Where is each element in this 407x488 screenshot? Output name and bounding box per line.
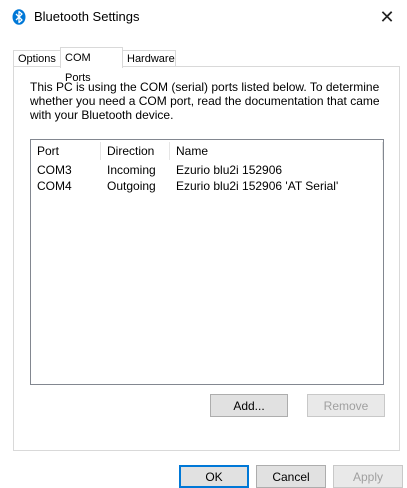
list-header: Port Direction Name: [31, 140, 383, 162]
title-bar: Bluetooth Settings ✕: [0, 0, 407, 34]
bluetooth-icon: [12, 9, 26, 25]
column-separator[interactable]: [382, 142, 383, 160]
table-row[interactable]: COM4 Outgoing Ezurio blu2i 152906 'AT Se…: [31, 178, 383, 194]
ok-button[interactable]: OK: [179, 465, 249, 488]
cell-direction: Outgoing: [107, 179, 156, 193]
table-row[interactable]: COM3 Incoming Ezurio blu2i 152906: [31, 162, 383, 178]
column-separator[interactable]: [100, 142, 101, 160]
cell-name: Ezurio blu2i 152906: [176, 163, 283, 177]
column-header-direction[interactable]: Direction: [107, 144, 154, 158]
tab-strip: Options COM Ports Hardware: [13, 47, 400, 84]
com-ports-panel: This PC is using the COM (serial) ports …: [13, 66, 400, 451]
cell-direction: Incoming: [107, 163, 156, 177]
column-header-port[interactable]: Port: [37, 144, 59, 158]
window-title: Bluetooth Settings: [34, 9, 140, 24]
close-icon: ✕: [379, 6, 395, 27]
cell-port: COM4: [37, 179, 72, 193]
column-header-name[interactable]: Name: [176, 144, 208, 158]
cell-name: Ezurio blu2i 152906 'AT Serial': [176, 179, 339, 193]
add-button[interactable]: Add...: [210, 394, 288, 417]
tab-hardware[interactable]: Hardware: [122, 50, 176, 67]
cell-port: COM3: [37, 163, 72, 177]
remove-button[interactable]: Remove: [307, 394, 385, 417]
com-ports-list[interactable]: Port Direction Name COM3 Incoming Ezurio…: [30, 139, 384, 385]
apply-button[interactable]: Apply: [333, 465, 403, 488]
cancel-button[interactable]: Cancel: [256, 465, 326, 488]
tab-options[interactable]: Options: [13, 50, 61, 67]
tab-com-ports[interactable]: COM Ports: [60, 47, 123, 84]
close-button[interactable]: ✕: [367, 0, 407, 34]
column-separator[interactable]: [169, 142, 170, 160]
